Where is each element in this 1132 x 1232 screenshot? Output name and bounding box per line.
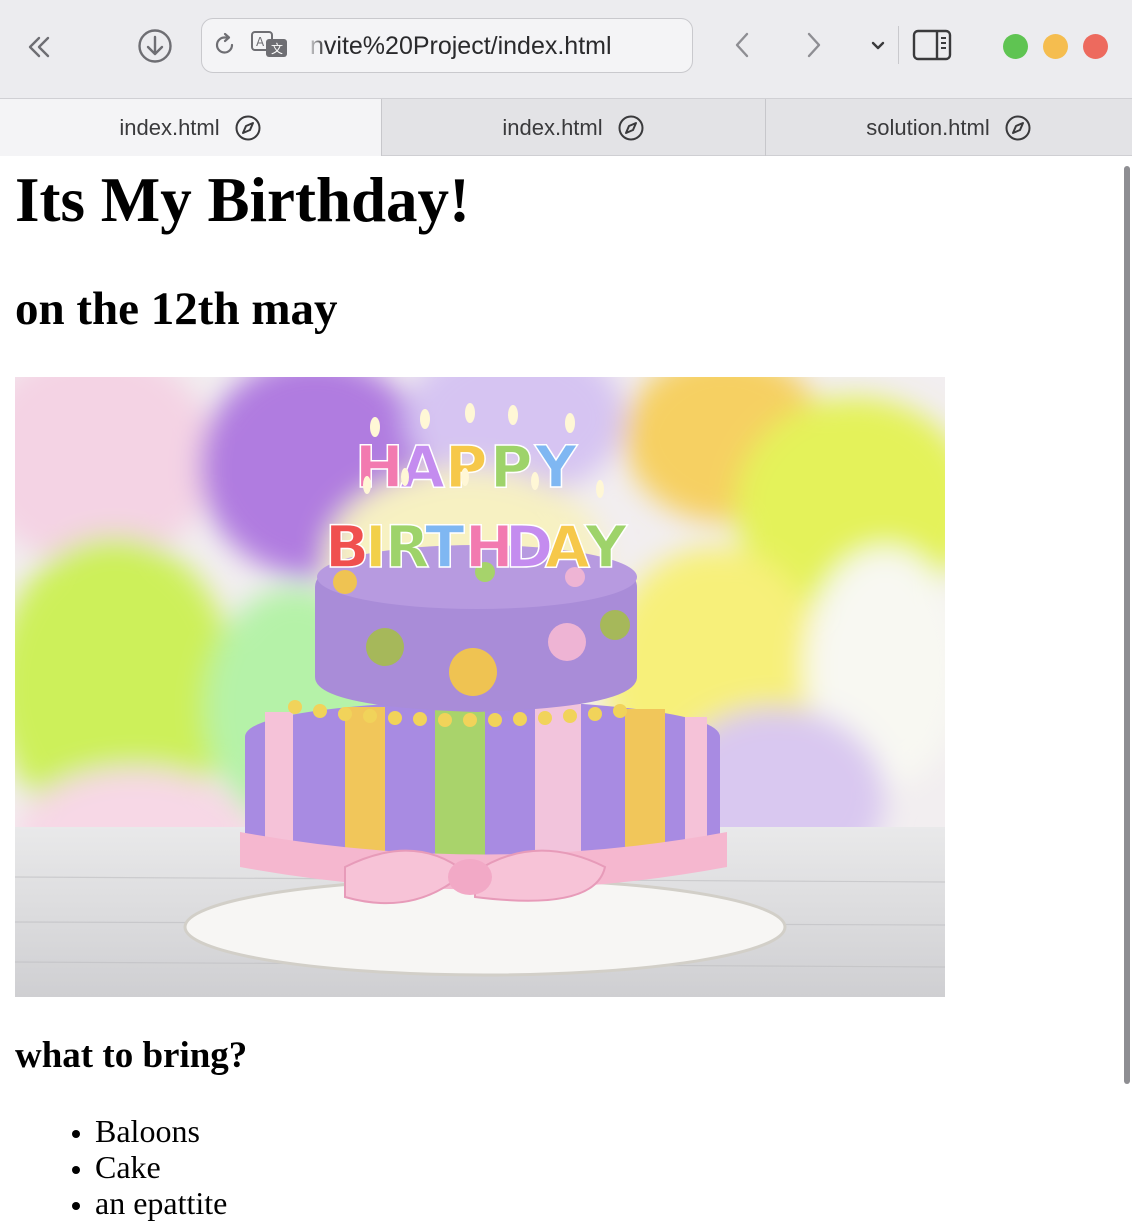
minimize-window-button[interactable] [1043,34,1068,59]
downloads-button[interactable] [135,26,175,66]
url-text: nvite%20Project/index.html [310,32,612,60]
sidebar-toggle-button[interactable] [910,26,954,64]
tab-label: index.html [119,114,220,140]
svg-text:A: A [400,433,445,501]
address-bar[interactable]: A文 nvite%20Project/index.html [201,18,693,73]
compass-icon [1005,115,1031,140]
reload-icon[interactable] [212,32,238,63]
page-title: Its My Birthday! [15,165,470,235]
translate-icon[interactable]: A文 [250,30,290,65]
svg-text:A: A [256,35,265,49]
page-date: on the 12th may [15,283,338,335]
double-chevron-left-icon [28,36,50,58]
url-fade [306,27,326,65]
birthday-cake-image: H A P P Y B I R T H D A Y [15,377,945,997]
tab-label: solution.html [866,114,990,140]
bring-heading: what to bring? [15,1035,248,1076]
list-item: Cake [95,1149,227,1185]
download-icon [138,29,172,63]
tab-solution[interactable]: solution.html [766,99,1132,156]
forward-button[interactable] [800,28,828,62]
svg-text:文: 文 [271,41,283,56]
history-dropdown-button[interactable] [866,34,890,58]
svg-text:P: P [445,433,488,501]
svg-text:Y: Y [534,433,578,501]
toolbar-separator [898,26,899,64]
tab-label: index.html [502,114,603,140]
svg-text:B: B [325,513,369,581]
zoom-window-button[interactable] [1003,34,1028,59]
bring-list: Baloons Cake an epattite [95,1113,227,1221]
chevron-right-icon [807,32,821,58]
compass-icon [618,115,644,140]
svg-text:T: T [425,513,465,581]
close-window-button[interactable] [1083,34,1108,59]
page-content[interactable]: Its My Birthday! on the 12th may H A P P… [0,156,1132,1232]
svg-text:P: P [490,433,533,501]
tab-bar: index.html index.html solution.html [0,98,1132,156]
tab-index-2[interactable]: index.html [382,99,766,156]
svg-text:Y: Y [584,513,628,581]
chevron-down-icon [871,41,885,50]
vertical-scrollbar[interactable] [1124,166,1130,1084]
list-item: an epattite [95,1185,227,1221]
svg-text:H: H [355,433,404,501]
svg-text:I: I [365,513,387,581]
sidebar-icon [912,29,952,61]
svg-text:R: R [385,513,430,581]
sidebar-collapse-button[interactable] [22,30,56,64]
back-button[interactable] [728,28,756,62]
compass-icon [235,115,261,140]
tab-index-1[interactable]: index.html [0,99,382,156]
svg-text:A: A [545,513,590,581]
chevron-left-icon [735,32,749,58]
list-item: Baloons [95,1113,227,1149]
browser-toolbar: A文 nvite%20Project/index.html [0,0,1132,98]
